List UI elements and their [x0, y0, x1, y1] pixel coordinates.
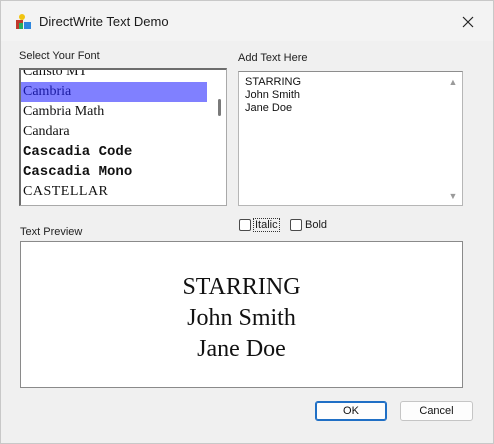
bold-checkbox[interactable]: Bold — [290, 218, 327, 232]
close-button[interactable] — [453, 9, 483, 35]
italic-checkbox-label[interactable]: Italic — [253, 218, 280, 232]
text-input-line: John Smith — [245, 89, 301, 101]
text-input-content: STARRING John Smith Jane Doe — [245, 76, 301, 115]
font-item-candara[interactable]: Candara — [21, 122, 207, 142]
text-input-label: Add Text Here — [238, 52, 308, 64]
preview-text: STARRING John Smith Jane Doe — [21, 272, 462, 365]
preview-line: John Smith — [187, 305, 296, 331]
italic-checkbox[interactable]: Italic — [239, 218, 280, 232]
bold-checkbox-label[interactable]: Bold — [305, 219, 327, 231]
italic-checkbox-box[interactable] — [239, 219, 251, 231]
cancel-button[interactable]: Cancel — [400, 401, 473, 421]
directwrite-app-icon — [16, 14, 31, 29]
scroll-up-arrow-icon[interactable]: ▲ — [447, 77, 459, 87]
font-list-scrollbar-thumb[interactable] — [218, 99, 221, 116]
preview-label: Text Preview — [20, 226, 83, 238]
font-item-cascadia-mono[interactable]: Cascadia Mono — [21, 162, 207, 182]
font-list-label: Select Your Font — [19, 50, 100, 62]
text-preview-panel: STARRING John Smith Jane Doe — [20, 241, 463, 388]
bold-checkbox-box[interactable] — [290, 219, 302, 231]
font-item-cambria[interactable]: Cambria — [21, 82, 207, 102]
font-list-items: Calisto MT Cambria Cambria Math Candara … — [21, 70, 207, 202]
preview-line: STARRING — [182, 274, 301, 300]
ok-button[interactable]: OK — [315, 401, 387, 421]
window-title: DirectWrite Text Demo — [39, 14, 169, 29]
font-item-calisto[interactable]: Calisto MT — [21, 70, 207, 82]
text-input-line: Jane Doe — [245, 102, 293, 114]
font-listbox[interactable]: Calisto MT Cambria Cambria Math Candara … — [19, 68, 227, 206]
font-item-cascadia-code[interactable]: Cascadia Code — [21, 142, 207, 162]
title-bar[interactable]: DirectWrite Text Demo — [1, 1, 493, 41]
dialog-window: DirectWrite Text Demo Select Your Font C… — [0, 0, 494, 444]
preview-line: Jane Doe — [197, 336, 286, 362]
close-icon — [462, 16, 474, 28]
text-input-line: STARRING — [245, 76, 302, 88]
scroll-down-arrow-icon[interactable]: ▼ — [447, 191, 459, 201]
text-input-area[interactable]: STARRING John Smith Jane Doe — [238, 71, 463, 206]
font-item-castellar[interactable]: CASTELLAR — [21, 182, 207, 202]
font-item-cambria-math[interactable]: Cambria Math — [21, 102, 207, 122]
